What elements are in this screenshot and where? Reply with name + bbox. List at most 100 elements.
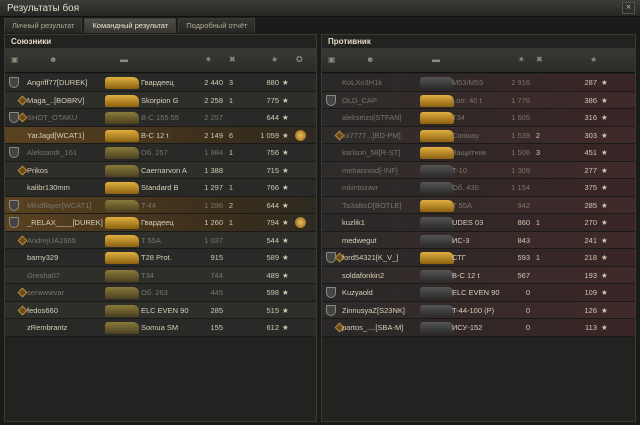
tank-name: T34	[452, 113, 465, 122]
tank-name: Somua SM	[141, 323, 179, 332]
enemy-row[interactable]: mkintozavr Об. 430 1 154 375 ★	[322, 179, 635, 197]
xp-value: 766	[266, 183, 279, 192]
xp-sort-icon[interactable]: ★	[590, 55, 597, 64]
close-button[interactable]: ×	[622, 2, 635, 14]
xp-value: 644	[266, 200, 279, 210]
enemy-row[interactable]: OLD_CAP Lorr. 40 t 1 776 386 ★	[322, 91, 635, 109]
ally-row[interactable]: Maga_..[BOBRV] Skorpion G 2 258 1 775 ★	[5, 91, 316, 109]
xp-value: 109	[584, 288, 597, 297]
ally-row[interactable]: _RELAX____[DUREK] Гвардеец 1 260 1 794 ★	[5, 214, 316, 232]
rank-icon	[17, 95, 28, 105]
enemy-row[interactable]: medwegut ИС-3 843 241 ★	[322, 231, 635, 249]
tank-icon	[105, 322, 139, 334]
enemy-row[interactable]: kuzlik1 UDES 03 860 1 270 ★	[322, 214, 635, 232]
ally-row[interactable]: AndrejUA1965 T 55A 1 037 544 ★	[5, 231, 316, 249]
star-icon: ★	[601, 200, 608, 210]
player-name: zRembrantz	[27, 323, 68, 332]
clan-sort-icon[interactable]: ▣	[328, 55, 336, 64]
xp-value: 193	[584, 270, 597, 280]
clan-emblem-icon	[326, 94, 336, 106]
clan-emblem-icon	[9, 77, 19, 88]
star-icon: ★	[282, 113, 289, 122]
tank-icon	[105, 94, 139, 107]
star-icon: ★	[601, 288, 608, 297]
ally-row[interactable]: serwwwvar Об. 263 445 598 ★	[5, 284, 316, 302]
damage-value: 1 309	[511, 165, 530, 175]
ally-row[interactable]: Angriff77[DUREK] Гвардеец 2 440 3 880 ★	[5, 74, 316, 92]
enemy-row[interactable]: soldafonkin2 B-C 12 t 567 193 ★	[322, 266, 635, 284]
tank-icon	[105, 147, 139, 159]
kills-sort-icon[interactable]: ✖	[229, 55, 236, 64]
tab-detailed[interactable]: Подробный отчёт	[178, 18, 256, 33]
xp-value: 775	[266, 95, 279, 105]
rank-icon	[17, 235, 28, 245]
enemy-row[interactable]: alekseizo[STFAN] T34 1 605 316 ★	[322, 109, 635, 127]
clan-emblem-icon	[9, 217, 19, 228]
player-sort-icon[interactable]: ☻	[366, 55, 374, 64]
tank-name: B-C 12 t	[141, 130, 169, 140]
ally-row[interactable]: fedos660 ELC EVEN 90 285 515 ★	[5, 301, 316, 319]
ally-row[interactable]: kalibr130mm Standard B 1 297 1 766 ★	[5, 179, 316, 197]
star-icon: ★	[601, 305, 608, 315]
tab-team[interactable]: Командный результат	[84, 18, 177, 33]
enemy-row[interactable]: mehannoid[-INF] T-10 1 309 277 ★	[322, 161, 635, 179]
tank-name: T-44-100 (P)	[452, 305, 495, 315]
star-icon: ★	[601, 218, 608, 227]
damage-value: 1 154	[511, 183, 530, 192]
enemy-row[interactable]: Kuzyaold ELC EVEN 90 0 109 ★	[322, 284, 635, 302]
ally-row[interactable]: Prikos Caernarvon A 1 388 715 ★	[5, 161, 316, 179]
player-name: kalibr130mm	[27, 183, 70, 192]
damage-value: 1 037	[204, 235, 223, 245]
damage-value: 285	[210, 305, 223, 315]
enemy-row[interactable]: KoLXo3H1k M53/M55 2 916 287 ★	[322, 74, 635, 92]
damage-sort-icon[interactable]: ✷	[518, 55, 525, 64]
ally-row[interactable]: Gresha07 T34 744 489 ★	[5, 266, 316, 284]
rank-icon	[17, 287, 28, 298]
damage-value: 942	[517, 200, 530, 210]
player-name: AndrejUA1965	[27, 235, 76, 245]
tank-name: ИС-3	[452, 235, 470, 245]
enemy-row[interactable]: ZinnusyaZ[S23NK] T-44-100 (P) 0 126 ★	[322, 301, 635, 319]
tab-bar: Личный результат Командный результат Под…	[4, 18, 256, 33]
kills-sort-icon[interactable]: ✖	[536, 55, 543, 64]
tank-sort-icon[interactable]: ▬	[120, 55, 128, 64]
clan-emblem-icon	[9, 147, 19, 158]
tank-name: B-C 155 55	[141, 113, 179, 122]
kills-value: 1	[228, 148, 234, 157]
player-name: OLD_CAP	[342, 95, 378, 105]
enemies-list: KoLXo3H1k M53/M55 2 916 287 ★ OLD_CAP Lorr. 40…	[322, 74, 635, 337]
enemy-row[interactable]: xx7777...[BD-PM] Conway 1 539 2 303 ★	[322, 126, 635, 144]
xp-sort-icon[interactable]: ★	[271, 55, 278, 64]
star-icon: ★	[601, 270, 608, 280]
player-sort-icon[interactable]: ☻	[49, 55, 57, 64]
enemy-row[interactable]: karlson_58[R-ST] Защитник 1 506 3 451 ★	[322, 144, 635, 162]
ally-row[interactable]: Aleksandr_161 Об. 257 1 984 1 756 ★	[5, 144, 316, 162]
damage-value: 1 776	[511, 95, 530, 105]
tab-personal[interactable]: Личный результат	[4, 18, 83, 33]
star-icon: ★	[282, 148, 289, 157]
medal-sort-icon[interactable]: ✪	[296, 55, 303, 64]
enemies-title: Противник	[322, 35, 635, 49]
tank-name: UDES 03	[452, 218, 484, 227]
player-name: alekseizo[STFAN]	[342, 113, 402, 122]
allies-title: Союзники	[5, 35, 316, 49]
clan-emblem-icon	[326, 304, 336, 316]
damage-value: 445	[210, 288, 223, 297]
ally-row[interactable]: barny329 T28 Prot. 915 589 ★	[5, 249, 316, 267]
tank-name: Об. 257	[141, 148, 168, 157]
player-name: KoLXo3H1k	[342, 78, 383, 87]
enemy-row[interactable]: Ta3aBoD[BOTLE] T 55A 942 285 ★	[322, 196, 635, 214]
damage-sort-icon[interactable]: ✷	[205, 55, 212, 64]
ally-row[interactable]: zRembrantz Somua SM 155 612 ★	[5, 319, 316, 337]
enemy-row[interactable]: ford54321[K_V_] СТГ 593 1 218 ★	[322, 249, 635, 267]
tank-icon	[420, 199, 454, 212]
tank-sort-icon[interactable]: ▬	[432, 55, 440, 64]
enemy-row[interactable]: partos_....[SBA-M] ИСУ-152 0 113 ★	[322, 319, 635, 337]
ally-row[interactable]: YarJagd[WCAT1] B-C 12 t 2 149 6 1 059 ★	[5, 126, 316, 144]
clan-sort-icon[interactable]: ▣	[11, 55, 19, 64]
ally-row[interactable]: Mindflayer[WCAT1] T-44 1 286 2 644 ★	[5, 196, 316, 214]
tank-name: T28 Prot.	[141, 253, 172, 262]
ally-row[interactable]: SHOT_OTAKU B-C 155 55 2 257 644 ★	[5, 109, 316, 127]
tank-name: ELC EVEN 90	[452, 288, 500, 297]
tank-icon	[420, 304, 454, 317]
